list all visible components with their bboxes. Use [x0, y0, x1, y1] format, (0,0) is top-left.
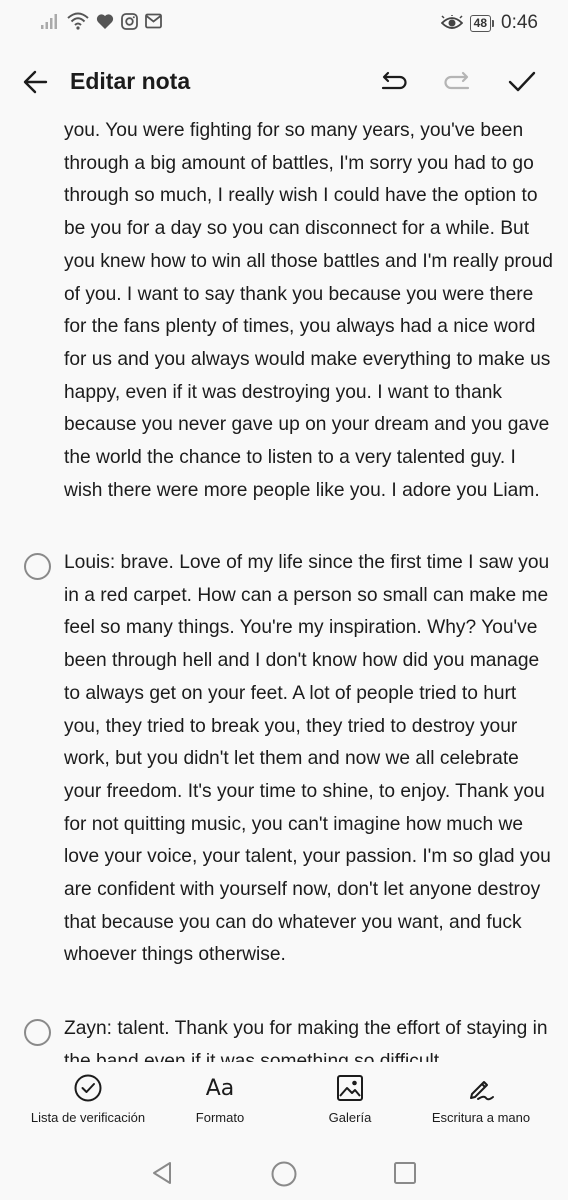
status-bar: 48 0:46 [0, 0, 568, 50]
gmail-icon [145, 13, 162, 29]
format-icon: Aa [205, 1075, 235, 1101]
checklist-checkbox[interactable] [24, 553, 51, 580]
page-title: Editar nota [70, 68, 191, 94]
back-triangle-icon[interactable] [150, 1160, 174, 1186]
heart-icon [96, 13, 114, 29]
check-icon [508, 71, 536, 92]
signal-icon [41, 14, 57, 29]
gallery-icon [337, 1075, 363, 1101]
gallery-label: Galería [328, 1110, 372, 1125]
handwriting-button[interactable]: Escritura a mano [422, 1072, 540, 1125]
checklist-icon [74, 1074, 102, 1102]
handwriting-pen-icon [470, 1081, 494, 1101]
format-label: Formato [195, 1110, 245, 1125]
redo-button[interactable] [438, 64, 478, 100]
checklist-button[interactable]: Lista de verificación [24, 1072, 152, 1125]
back-button[interactable] [18, 64, 58, 100]
eye-icon [440, 15, 463, 29]
checklist-label: Lista de verificación [30, 1110, 146, 1125]
note-paragraph[interactable]: you. You were fighting for so many years… [64, 115, 554, 507]
home-circle-icon[interactable] [270, 1160, 298, 1188]
status-bar-right: 48 0:46 [440, 12, 538, 34]
arrow-back-icon [23, 70, 48, 94]
save-button[interactable] [502, 64, 542, 100]
undo-icon [381, 71, 407, 90]
instagram-icon [121, 12, 138, 30]
status-bar-left [40, 12, 162, 30]
checklist-item-text[interactable]: Zayn: talent. Thank you for making the e… [64, 1013, 554, 1062]
editor-bottom-bar: Lista de verificación Aa Formato Galería… [0, 1062, 568, 1142]
redo-icon [444, 71, 470, 90]
handwriting-label: Escritura a mano [431, 1110, 531, 1125]
recents-square-icon[interactable] [393, 1161, 417, 1185]
format-button[interactable]: Aa Formato [180, 1072, 260, 1126]
note-toolbar: Editar nota [0, 52, 568, 112]
system-nav-bar [0, 1142, 568, 1200]
note-content[interactable]: you. You were fighting for so many years… [0, 112, 568, 1062]
gallery-button[interactable]: Galería [310, 1072, 390, 1125]
undo-button[interactable] [373, 64, 413, 100]
battery-level: 48 [469, 14, 492, 32]
battery-indicator: 48 [469, 14, 495, 32]
clock: 0:46 [501, 12, 538, 33]
wifi-icon [67, 12, 89, 30]
checklist-checkbox[interactable] [24, 1019, 51, 1046]
checklist-item-text[interactable]: Louis: brave. Love of my life since the … [64, 547, 554, 972]
